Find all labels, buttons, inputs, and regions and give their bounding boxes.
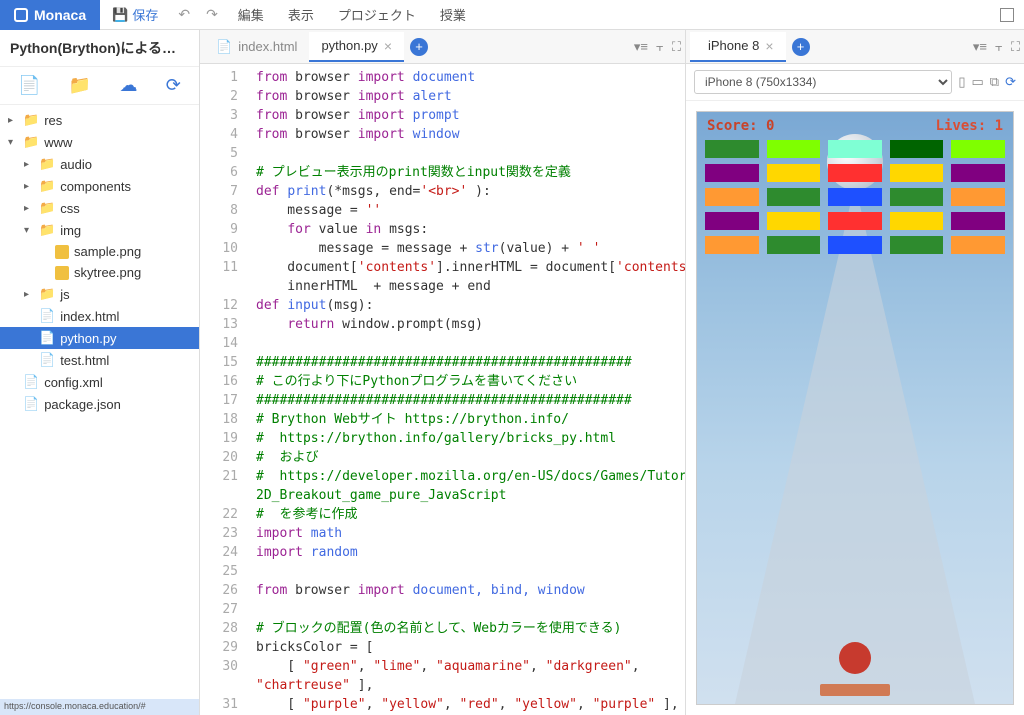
logo-icon	[14, 8, 28, 22]
expand-icon[interactable]: ⛶	[1011, 39, 1020, 55]
app-logo[interactable]: Monaca	[0, 0, 100, 30]
brick	[828, 236, 882, 254]
reload-icon[interactable]: ⟳	[1005, 74, 1016, 90]
brick	[705, 236, 759, 254]
device-bar: iPhone 8 (750x1334) ▯ ▭ ⧉ ⟳	[686, 64, 1024, 101]
code-editor[interactable]: 1234567891011121314151617181920212223242…	[200, 64, 685, 715]
brick	[828, 188, 882, 206]
menu-view[interactable]: 表示	[276, 5, 326, 24]
editor-pane: 📄 index.html python.py × + ▾≡ ⫟ ⛶ 123456…	[200, 30, 686, 715]
file-icon: 📄	[216, 39, 232, 55]
window-icon[interactable]	[1000, 8, 1014, 22]
brick	[890, 236, 944, 254]
brick	[951, 236, 1005, 254]
menu-edit[interactable]: 編集	[226, 5, 276, 24]
menu-project[interactable]: プロジェクト	[326, 5, 428, 24]
filter-icon[interactable]: ▾≡	[634, 39, 648, 55]
tab-label: index.html	[238, 39, 297, 54]
tree-item-components[interactable]: ▸📁components	[0, 175, 199, 197]
brick	[828, 140, 882, 158]
brick	[767, 188, 821, 206]
close-icon[interactable]: ×	[384, 38, 392, 54]
editor-tabs: 📄 index.html python.py × + ▾≡ ⫟ ⛶	[200, 30, 685, 64]
tab-index-html[interactable]: 📄 index.html	[204, 33, 309, 61]
lives-text: Lives: 1	[936, 118, 1003, 134]
brick	[767, 236, 821, 254]
redo-icon[interactable]: ↷	[198, 6, 226, 23]
bricks-grid	[705, 140, 1005, 254]
refresh-icon[interactable]: ⟳	[166, 75, 181, 96]
tree-item-skytree-png[interactable]: skytree.png	[0, 262, 199, 283]
add-preview-button[interactable]: +	[792, 38, 810, 56]
brick	[951, 164, 1005, 182]
tab-python-py[interactable]: python.py ×	[309, 32, 404, 62]
tree-item-test-html[interactable]: 📄test.html	[0, 349, 199, 371]
phone-icon[interactable]: ▯	[958, 74, 965, 90]
device-select[interactable]: iPhone 8 (750x1334)	[694, 70, 952, 94]
undo-icon[interactable]: ↶	[170, 6, 198, 23]
save-label: 保存	[132, 5, 158, 24]
brick	[890, 188, 944, 206]
menu-class[interactable]: 授業	[428, 5, 478, 24]
tablet-icon[interactable]: ▭	[972, 74, 984, 90]
brick	[767, 164, 821, 182]
tab-preview-device[interactable]: iPhone 8 ×	[690, 32, 786, 62]
save-button[interactable]: 💾 保存	[100, 5, 170, 24]
tree-item-js[interactable]: ▸📁js	[0, 283, 199, 305]
brick	[767, 140, 821, 158]
tree-item-www[interactable]: ▾📁www	[0, 131, 199, 153]
sidebar: Python(Brython)によるプロ... 📄 📁 ☁ ⟳ ▸📁res▾📁w…	[0, 30, 200, 715]
upload-icon[interactable]: ☁	[120, 75, 138, 96]
tab-label: python.py	[321, 38, 377, 53]
tree-item-config-xml[interactable]: 📄config.xml	[0, 371, 199, 393]
tree-item-sample-png[interactable]: sample.png	[0, 241, 199, 262]
split-icon[interactable]: ⫟	[995, 39, 1003, 55]
score-text: Score: 0	[707, 118, 774, 134]
split-icon[interactable]: ⫟	[656, 39, 664, 55]
brick	[705, 212, 759, 230]
tab-label: iPhone 8	[708, 38, 759, 53]
brick	[890, 164, 944, 182]
tree-item-img[interactable]: ▾📁img	[0, 219, 199, 241]
preview-pane: iPhone 8 × + ▾≡ ⫟ ⛶ iPhone 8 (750x1334) …	[686, 30, 1024, 715]
save-icon: 💾	[112, 7, 128, 23]
tree-item-python-py[interactable]: 📄python.py	[0, 327, 199, 349]
filter-icon[interactable]: ▾≡	[973, 39, 987, 55]
app-name: Monaca	[34, 7, 86, 23]
tree-item-index-html[interactable]: 📄index.html	[0, 305, 199, 327]
tree-item-css[interactable]: ▸📁css	[0, 197, 199, 219]
ball	[839, 642, 871, 674]
top-toolbar: Monaca 💾 保存 ↶ ↷ 編集 表示 プロジェクト 授業	[0, 0, 1024, 30]
brick	[705, 140, 759, 158]
new-file-icon[interactable]: 📄	[18, 75, 40, 96]
status-bar: https://console.monaca.education/#	[0, 699, 199, 715]
skytree-image	[735, 184, 975, 704]
project-title: Python(Brython)によるプロ...	[0, 30, 199, 67]
brick	[951, 212, 1005, 230]
tree-item-res[interactable]: ▸📁res	[0, 109, 199, 131]
brick	[951, 140, 1005, 158]
expand-icon[interactable]: ⛶	[672, 39, 681, 55]
add-tab-button[interactable]: +	[410, 38, 428, 56]
brick	[828, 212, 882, 230]
popout-icon[interactable]: ⧉	[990, 74, 999, 90]
brick	[890, 212, 944, 230]
brick	[705, 188, 759, 206]
preview-screen: Score: 0 Lives: 1	[696, 111, 1014, 705]
sidebar-toolbar: 📄 📁 ☁ ⟳	[0, 67, 199, 105]
preview-tabs: iPhone 8 × + ▾≡ ⫟ ⛶	[686, 30, 1024, 64]
brick	[767, 212, 821, 230]
brick	[951, 188, 1005, 206]
tree-item-audio[interactable]: ▸📁audio	[0, 153, 199, 175]
tree-item-package-json[interactable]: 📄package.json	[0, 393, 199, 415]
brick	[705, 164, 759, 182]
brick	[828, 164, 882, 182]
paddle	[820, 684, 890, 696]
new-folder-icon[interactable]: 📁	[69, 75, 91, 96]
close-icon[interactable]: ×	[765, 38, 773, 54]
file-tree: ▸📁res▾📁www▸📁audio▸📁components▸📁css▾📁imgs…	[0, 105, 199, 699]
brick	[890, 140, 944, 158]
